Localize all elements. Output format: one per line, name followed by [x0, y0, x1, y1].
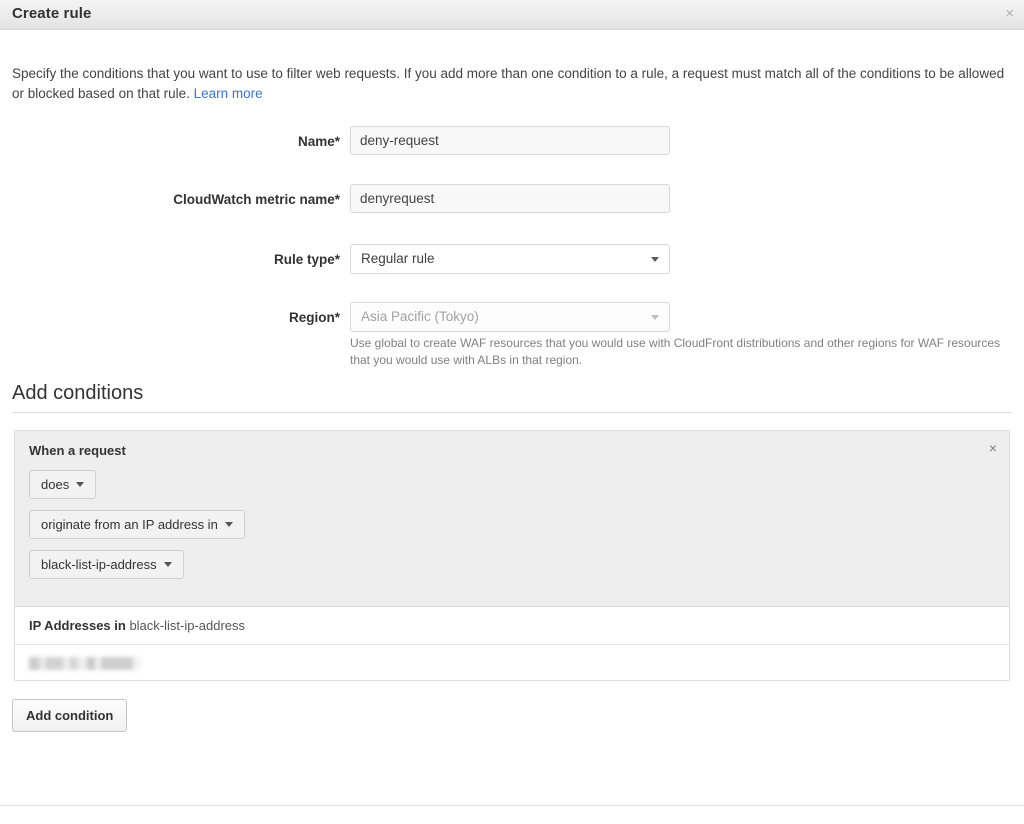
region-control: Asia Pacific (Tokyo) — [350, 302, 670, 332]
table-row — [15, 644, 1009, 680]
when-a-request-label: When a request — [29, 443, 995, 458]
region-label: Region* — [0, 310, 340, 325]
condition-selector-row-1: does — [29, 470, 995, 510]
modal-body: Specify the conditions that you want to … — [0, 31, 1024, 732]
rule-type-select[interactable]: Regular rule — [350, 244, 670, 274]
chevron-down-icon — [225, 522, 233, 527]
ip-addresses-table-header: IP Addresses in black-list-ip-address — [15, 606, 1009, 644]
condition-target-dropdown[interactable]: black-list-ip-address — [29, 550, 184, 579]
rule-form: Name* CloudWatch metric name* Rule type*… — [0, 126, 1024, 382]
form-row-metric: CloudWatch metric name* — [0, 184, 1024, 244]
form-row-region: Region* Asia Pacific (Tokyo) Use global … — [0, 302, 1024, 382]
intro-description: Specify the conditions that you want to … — [12, 66, 1004, 101]
rule-type-control: Regular rule — [350, 244, 670, 274]
condition-panel-top: When a request × does originate from an … — [15, 431, 1009, 606]
close-icon[interactable]: × — [1005, 6, 1014, 22]
learn-more-link[interactable]: Learn more — [194, 86, 263, 101]
cloudwatch-metric-name-control — [350, 184, 670, 213]
intro-text: Specify the conditions that you want to … — [12, 64, 1010, 104]
add-condition-button[interactable]: Add condition — [12, 699, 127, 732]
name-input[interactable] — [350, 126, 670, 155]
add-conditions-heading: Add conditions — [12, 382, 1012, 413]
condition-target-label: black-list-ip-address — [41, 557, 157, 572]
condition-panel: When a request × does originate from an … — [14, 430, 1010, 681]
chevron-down-icon — [164, 562, 172, 567]
rule-type-label: Rule type* — [0, 252, 340, 267]
cloudwatch-metric-name-input[interactable] — [350, 184, 670, 213]
region-value: Asia Pacific (Tokyo) — [361, 309, 479, 324]
condition-selector-row-2: originate from an IP address in — [29, 510, 995, 550]
condition-predicate-dropdown[interactable]: originate from an IP address in — [29, 510, 245, 539]
chevron-down-icon — [651, 315, 659, 320]
page-title: Create rule — [12, 5, 91, 22]
close-icon[interactable]: × — [989, 441, 997, 455]
condition-does-dropdown[interactable]: does — [29, 470, 96, 499]
condition-selector-row-3: black-list-ip-address — [29, 550, 995, 590]
redacted-ip-address — [29, 657, 141, 670]
add-condition-wrap: Add condition — [12, 699, 1024, 732]
cloudwatch-metric-name-label: CloudWatch metric name* — [0, 192, 340, 207]
condition-predicate-label: originate from an IP address in — [41, 517, 218, 532]
region-select[interactable]: Asia Pacific (Tokyo) — [350, 302, 670, 332]
ip-addresses-table-header-bold: IP Addresses in — [29, 618, 126, 633]
chevron-down-icon — [651, 257, 659, 262]
footer-divider — [0, 805, 1024, 806]
form-row-name: Name* — [0, 126, 1024, 184]
create-rule-modal: Create rule × Specify the conditions tha… — [0, 0, 1024, 824]
condition-does-label: does — [41, 477, 69, 492]
modal-header: Create rule × — [0, 0, 1024, 30]
name-control — [350, 126, 670, 155]
rule-type-value: Regular rule — [361, 251, 435, 266]
form-row-rule-type: Rule type* Regular rule — [0, 244, 1024, 302]
name-label: Name* — [0, 134, 340, 149]
region-help-text: Use global to create WAF resources that … — [350, 335, 1010, 369]
chevron-down-icon — [76, 482, 84, 487]
ip-addresses-table-header-set: black-list-ip-address — [126, 618, 245, 633]
